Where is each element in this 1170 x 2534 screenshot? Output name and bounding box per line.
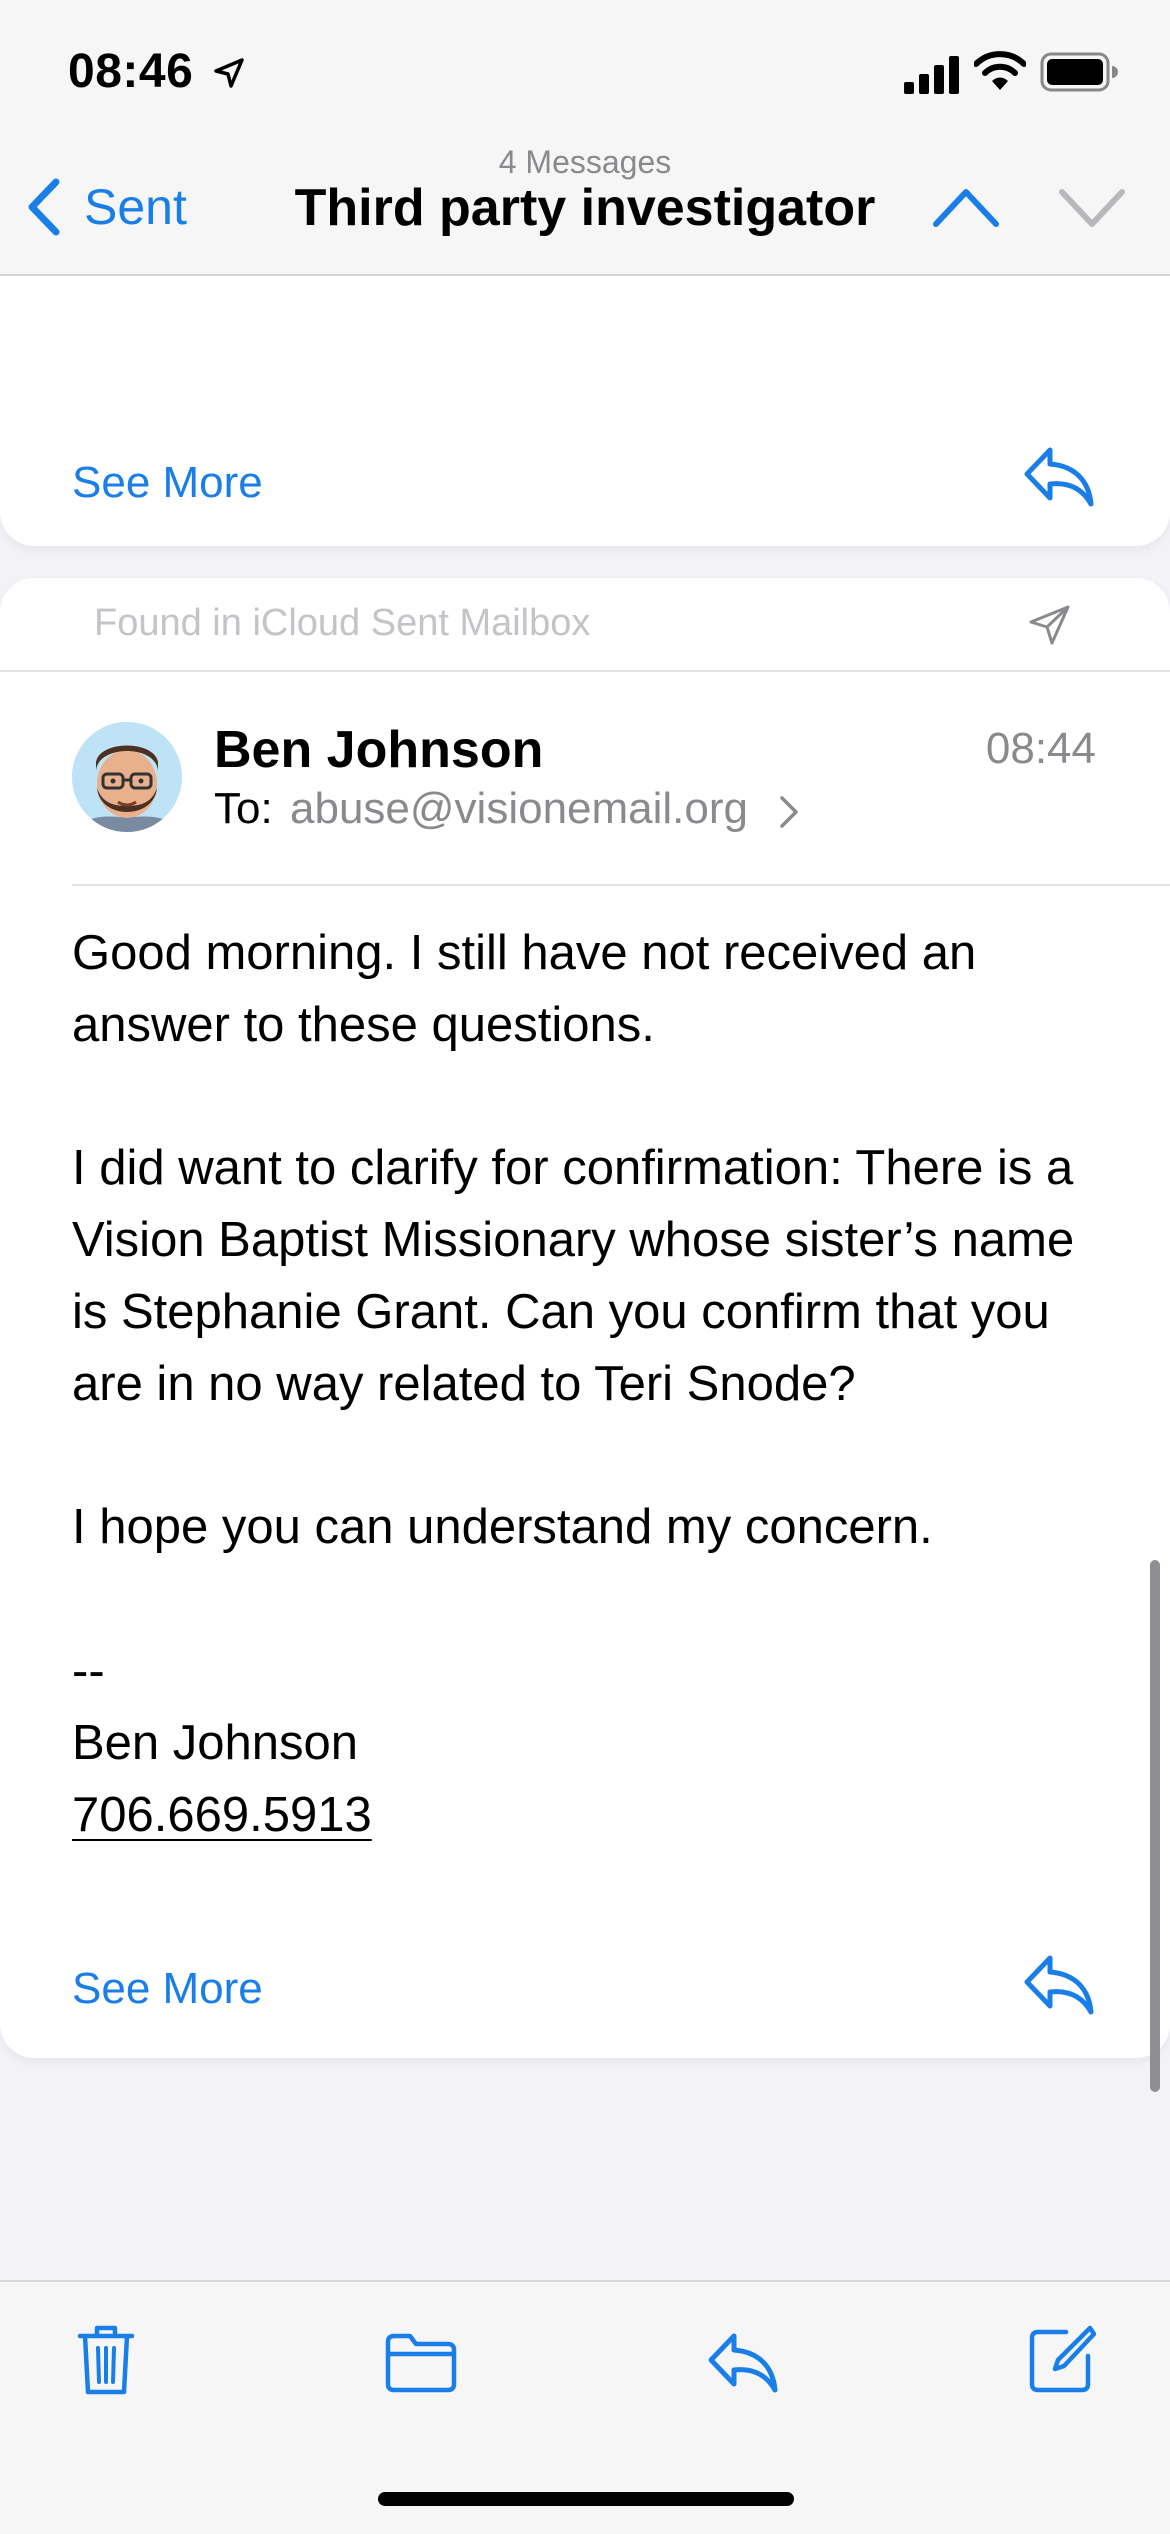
- home-indicator: [378, 2492, 794, 2506]
- location-arrow-icon: [214, 58, 244, 88]
- body-blank-line: ​: [72, 1062, 1112, 1134]
- reply-icon[interactable]: [1022, 1952, 1096, 2018]
- folder-icon[interactable]: [384, 2332, 458, 2394]
- sender-name[interactable]: Ben Johnson: [214, 720, 543, 780]
- signature-separator: --: [72, 1643, 105, 1698]
- body-blank-line: ​: [72, 1421, 1112, 1493]
- avatar[interactable]: [72, 722, 182, 832]
- battery-icon: [1040, 52, 1118, 92]
- compose-icon[interactable]: [1028, 2324, 1096, 2394]
- message-body: Good morning. I still have not received …: [72, 918, 1112, 1851]
- previous-message-chevron-up-icon[interactable]: [932, 182, 1000, 232]
- see-more-button[interactable]: See More: [72, 458, 263, 508]
- paper-plane-icon: [1029, 605, 1070, 645]
- see-more-button[interactable]: See More: [72, 1964, 263, 2014]
- scrollbar[interactable]: [1150, 1560, 1160, 2092]
- message-time: 08:44: [985, 724, 1096, 773]
- body-blank-line: ​: [72, 1564, 1112, 1636]
- signature-phone-link[interactable]: 706.669.5913: [72, 1780, 1112, 1852]
- header-divider: [72, 884, 1170, 886]
- wifi-icon: [974, 51, 1026, 90]
- signature-name: Ben Johnson: [72, 1715, 359, 1770]
- to-label: To:: [214, 784, 273, 833]
- chevron-right-icon[interactable]: [778, 794, 800, 830]
- recipient-address[interactable]: abuse@visionemail.org: [290, 784, 748, 834]
- message-count: 4 Messages: [498, 144, 672, 180]
- found-in-label: Found in iCloud Sent Mailbox: [94, 602, 591, 644]
- body-paragraph: Good morning. I still have not received …: [72, 926, 990, 1052]
- body-paragraph: I hope you can understand my concern.: [72, 1500, 933, 1555]
- memoji-avatar-icon: [72, 722, 182, 832]
- body-paragraph: I did want to clarify for confirmation: …: [72, 1141, 1088, 1411]
- reply-icon[interactable]: [706, 2330, 780, 2394]
- trash-icon[interactable]: [76, 2322, 136, 2398]
- cellular-signal-icon: [904, 56, 959, 94]
- status-time: 08:46: [68, 45, 194, 98]
- next-message-chevron-down-icon[interactable]: [1058, 182, 1126, 232]
- reply-icon[interactable]: [1022, 444, 1096, 510]
